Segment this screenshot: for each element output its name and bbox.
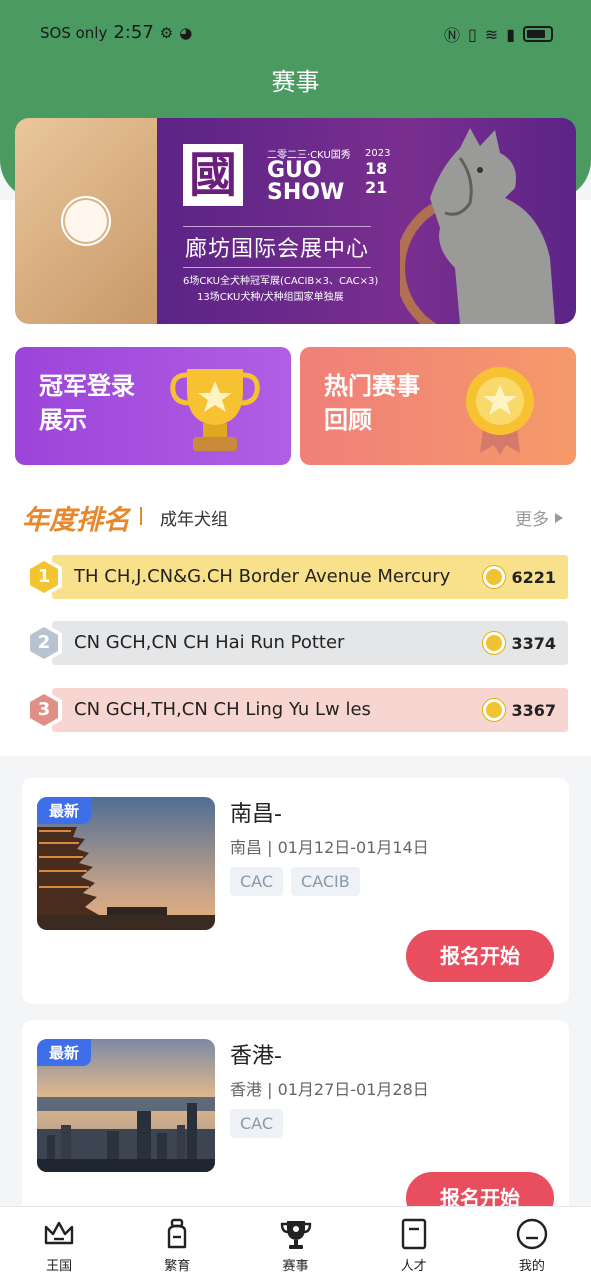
event-image-hongkong: 最新	[37, 1039, 215, 1172]
bottom-tab-bar: 王国 繁育 赛事 人才 我的	[0, 1206, 591, 1280]
rank-badge-icon: 3	[22, 688, 66, 732]
event-card[interactable]: 最新 南昌- 南昌 | 01月12日-01月14日 CAC CACIB 报名开始	[22, 778, 569, 1004]
event-tags: CAC	[230, 1109, 284, 1138]
tab-label: 我的	[518, 1259, 545, 1274]
champion-showcase-card[interactable]: 冠军登录 展示	[15, 347, 291, 465]
rank-number: 2	[37, 632, 51, 653]
ranking-more-link[interactable]: 更多	[515, 505, 563, 530]
score-value: 3367	[511, 700, 556, 720]
champion-showcase-label: 冠军登录 展示	[39, 369, 135, 437]
wifi-icon: ≋	[484, 24, 499, 44]
dog-statue-image	[400, 128, 555, 324]
banner-poster: 國 二零二三·CKU国秀 GUO SHOW 2023 18 21 廊坊国际会展中…	[157, 118, 576, 324]
event-meta: 南昌 | 01月12日-01月14日	[230, 838, 429, 857]
dog-name: CN GCH,CN CH Hai Run Potter	[74, 632, 345, 653]
rank-badge-icon: 1	[22, 555, 66, 599]
clock: 2:57	[113, 22, 154, 43]
card-icon	[401, 1218, 426, 1250]
rank-score: 6221	[483, 566, 556, 588]
promo-label-line2: 展示	[39, 406, 87, 434]
event-title: 南昌-	[230, 802, 282, 827]
event-tag: CAC	[230, 867, 284, 896]
promo-label-line2: 回顾	[324, 406, 372, 434]
promo-label-line1: 冠军登录	[39, 372, 135, 400]
tab-label: 王国	[46, 1259, 73, 1274]
ranking-category[interactable]: 成年犬组	[160, 505, 228, 530]
banner-date-start: 18	[365, 159, 388, 178]
dog-name: CN GCH,TH,CN CH Ling Yu Lw les	[74, 699, 371, 720]
rank-score: 3374	[483, 632, 556, 654]
rank-badge-icon: 2	[22, 621, 66, 665]
tab-label: 人才	[400, 1259, 427, 1274]
event-tags: CAC CACIB	[230, 867, 360, 896]
banner-line-2: 13场CKU犬种/犬种组国家单独展	[197, 292, 344, 303]
score-value: 3374	[511, 633, 556, 653]
tab-breeding[interactable]: 繁育	[118, 1207, 236, 1280]
banner-year: 2023	[365, 148, 391, 159]
tab-label: 繁育	[164, 1259, 191, 1274]
rank-number: 1	[37, 566, 51, 587]
app-notification-icon: ◕	[179, 23, 193, 42]
tab-talent[interactable]: 人才	[355, 1207, 473, 1280]
new-badge: 最新	[37, 1039, 92, 1066]
crown-icon	[44, 1221, 74, 1245]
hot-events-review-card[interactable]: 热门赛事 回顾	[300, 347, 576, 465]
chevron-right-icon	[555, 512, 563, 523]
signup-button[interactable]: 报名开始	[406, 930, 554, 982]
vibrate-icon: ▯	[467, 24, 477, 44]
tab-kingdom[interactable]: 王国	[0, 1207, 118, 1280]
page-title: 赛事	[271, 68, 320, 96]
hot-events-label: 热门赛事 回顾	[324, 369, 420, 437]
ranking-row[interactable]: 2 CN GCH,CN CH Hai Run Potter 3374	[22, 621, 568, 665]
dog-name: TH CH,J.CN&G.CH Border Avenue Mercury	[74, 566, 451, 587]
banner-venue: 廊坊国际会展中心	[183, 226, 372, 268]
nfc-icon: Ⓝ	[443, 26, 460, 45]
banner-date: 2023 18 21	[365, 148, 390, 197]
tab-profile[interactable]: 我的	[473, 1207, 591, 1280]
event-title: 香港-	[230, 1044, 282, 1069]
promo-label-line1: 热门赛事	[324, 372, 420, 400]
banner-line-1: 6场CKU全犬种冠军展(CACIB×3、CAC×3)	[183, 276, 379, 287]
coin-icon	[483, 632, 506, 654]
rank-score: 3367	[483, 699, 556, 721]
cku-logo	[61, 196, 111, 246]
profile-icon	[516, 1218, 548, 1250]
score-value: 6221	[511, 567, 556, 587]
guo-logo-char: 國	[183, 144, 243, 206]
medal-icon	[466, 367, 534, 455]
new-badge: 最新	[37, 797, 92, 824]
tab-events[interactable]: 赛事	[236, 1207, 354, 1280]
battery-icon	[523, 26, 553, 42]
event-meta: 香港 | 01月27日-01月28日	[230, 1080, 429, 1099]
banner-date-end: 21	[365, 178, 388, 197]
ranking-title: 年度排名	[22, 505, 130, 536]
status-bar: SOS only 2:57 ⚙ ◕ Ⓝ ▯ ≋ ▮	[0, 0, 591, 66]
event-tag: CACIB	[291, 867, 360, 896]
event-tag: CAC	[230, 1109, 284, 1138]
carrier-text: SOS only	[40, 23, 108, 42]
ranking-divider	[140, 507, 142, 525]
trophy-icon	[280, 1221, 311, 1249]
banner-show-title: GUO SHOW	[267, 158, 345, 205]
more-label: 更多	[515, 510, 549, 530]
ranking-row[interactable]: 3 CN GCH,TH,CN CH Ling Yu Lw les 3367	[22, 688, 568, 732]
tab-label: 赛事	[282, 1259, 309, 1274]
trophy-icon	[170, 369, 260, 451]
event-banner[interactable]: 國 二零二三·CKU国秀 GUO SHOW 2023 18 21 廊坊国际会展中…	[15, 118, 576, 324]
settings-gear-icon: ⚙	[159, 23, 174, 42]
coin-icon	[483, 699, 506, 721]
ranking-row[interactable]: 1 TH CH,J.CN&G.CH Border Avenue Mercury 62…	[22, 555, 568, 599]
rank-number: 3	[37, 699, 51, 720]
no-sim-icon: ▮	[506, 24, 515, 44]
banner-logo-panel	[15, 118, 157, 324]
bottle-icon	[168, 1218, 187, 1249]
event-image-nanchang: 最新	[37, 797, 215, 930]
coin-icon	[483, 566, 506, 588]
